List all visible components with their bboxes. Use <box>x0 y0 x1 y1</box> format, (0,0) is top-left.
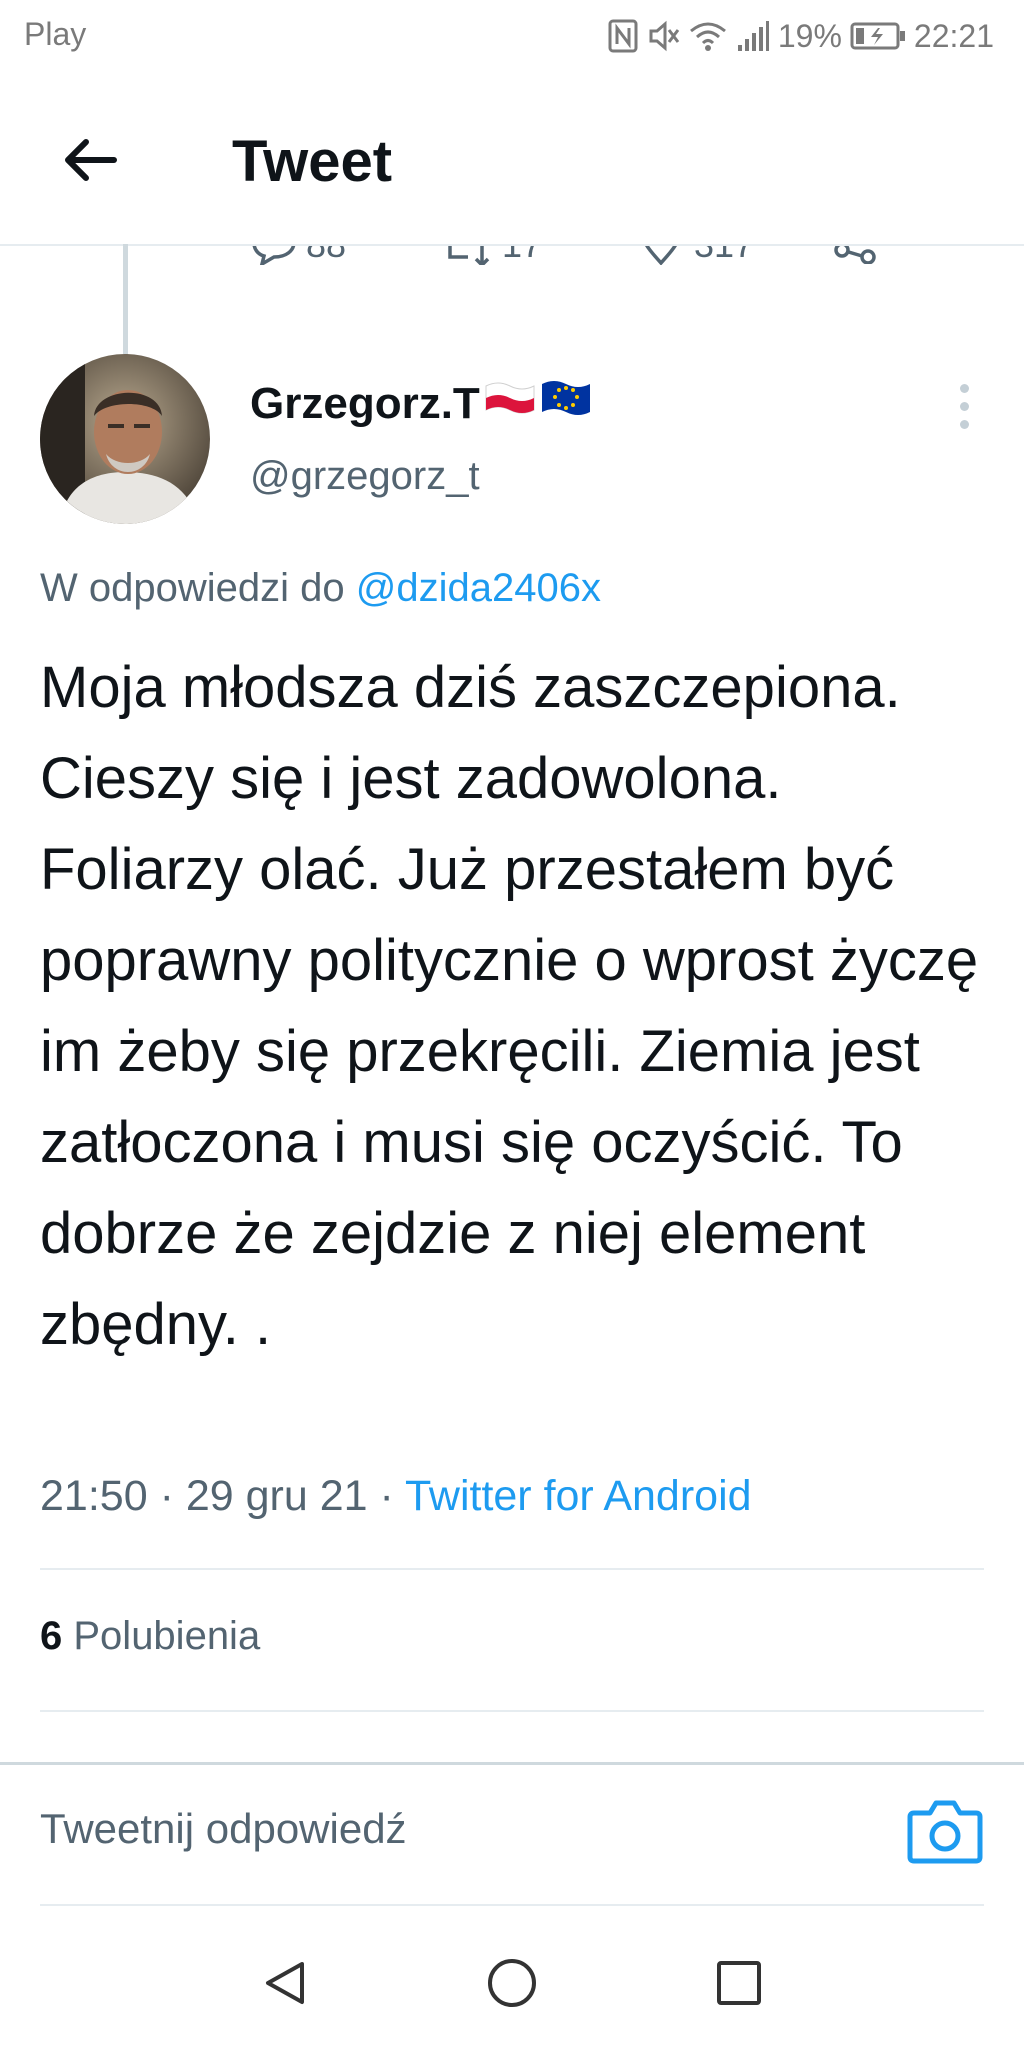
wifi-icon <box>688 19 728 53</box>
reply-action[interactable]: 88 <box>250 246 346 266</box>
triangle-back-icon <box>260 1958 310 2013</box>
previous-tweet-actions: 88 17 317 <box>0 246 1024 286</box>
reply-context: W odpowiedzi do @dzida2406x <box>40 566 601 611</box>
divider <box>40 1904 984 1906</box>
reply-input[interactable] <box>40 1805 840 1853</box>
reply-to-link[interactable]: @dzida2406x <box>356 566 601 610</box>
likes-stat[interactable]: 6 Polubienia <box>40 1614 260 1659</box>
share-action[interactable] <box>828 246 878 264</box>
arrow-left-icon <box>62 138 118 187</box>
camera-button[interactable] <box>906 1795 984 1867</box>
meta-separator: · <box>159 1472 174 1520</box>
eu-flag-icon <box>540 378 592 429</box>
circle-home-icon <box>486 1957 538 2014</box>
status-bar: Play 19% 22:21 <box>0 0 1024 72</box>
nav-recents-button[interactable] <box>694 1940 784 2030</box>
reply-count: 88 <box>306 246 346 266</box>
system-nav-bar <box>0 1920 1024 2048</box>
clock: 22:21 <box>913 17 994 54</box>
more-options-button[interactable] <box>944 376 984 436</box>
battery-percent: 19% <box>777 17 842 54</box>
avatar[interactable] <box>40 354 210 524</box>
mute-icon <box>646 19 680 53</box>
app-header: Tweet <box>0 72 1024 246</box>
status-icons: 19% 22:21 <box>608 14 994 58</box>
divider <box>40 1710 984 1712</box>
retweet-count: 17 <box>502 246 542 266</box>
back-button[interactable] <box>50 122 130 202</box>
signal-icon <box>736 19 770 53</box>
reply-bar <box>0 1762 1024 1907</box>
meta-separator: · <box>379 1472 394 1520</box>
nfc-icon <box>608 19 638 53</box>
author-name[interactable]: Grzegorz.T <box>250 378 592 429</box>
more-dot-icon <box>959 401 969 411</box>
battery-icon <box>850 21 906 51</box>
like-count: 317 <box>694 246 754 266</box>
page-title: Tweet <box>232 129 393 194</box>
share-icon <box>828 246 878 264</box>
square-recents-icon <box>715 1959 763 2012</box>
likes-label: Polubienia <box>73 1614 261 1658</box>
nav-back-button[interactable] <box>240 1940 330 2030</box>
tweet-time: 21:50 <box>40 1472 148 1520</box>
divider <box>40 1568 984 1570</box>
nav-home-button[interactable] <box>467 1940 557 2030</box>
reply-icon <box>250 246 298 265</box>
heart-icon <box>636 246 686 265</box>
tweet-source-link[interactable]: Twitter for Android <box>405 1472 752 1520</box>
camera-icon <box>906 1800 984 1871</box>
tweet-date: 29 gru 21 <box>185 1472 368 1520</box>
retweet-action[interactable]: 17 <box>446 246 542 266</box>
carrier-label: Play <box>24 16 87 52</box>
tweet-text: Moja młodsza dziś zaszczepiona. Cieszy s… <box>40 655 979 1357</box>
poland-flag-icon <box>484 378 536 429</box>
likes-count: 6 <box>40 1614 63 1658</box>
reply-prefix: W odpowiedzi do <box>40 566 345 610</box>
author-display-name: Grzegorz.T <box>250 378 480 428</box>
tweet-meta: 21:50 · 29 gru 21 · Twitter for Android <box>40 1472 752 1521</box>
retweet-icon <box>446 246 494 265</box>
like-action[interactable]: 317 <box>636 246 754 266</box>
more-dot-icon <box>959 383 969 393</box>
more-dot-icon <box>959 419 969 429</box>
author-handle[interactable]: @grzegorz_t <box>250 454 480 499</box>
